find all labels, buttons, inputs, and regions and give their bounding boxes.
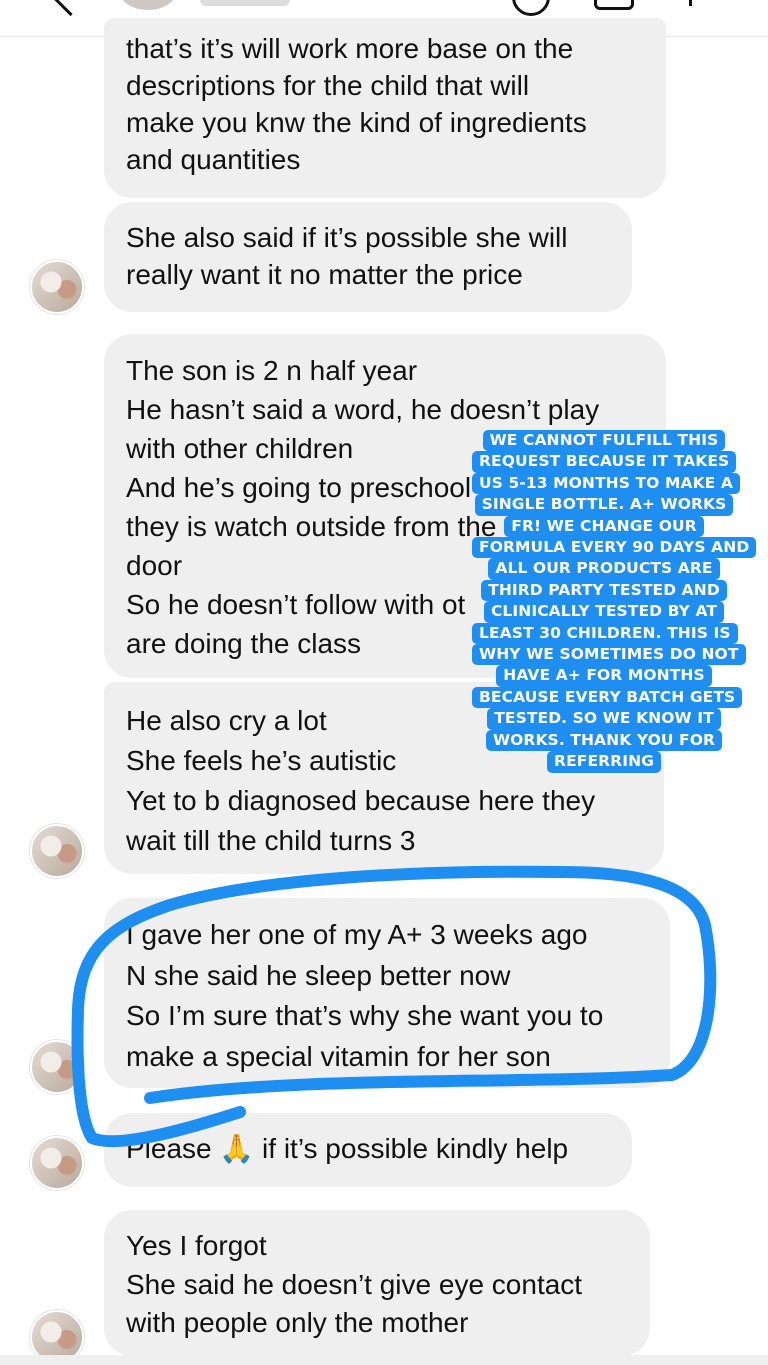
overlay-text-line: HAVE A+ FOR MONTHS [496, 665, 712, 687]
composer-edge [0, 1355, 768, 1365]
story-text-overlay: WE CANNOT FULFILL THIS REQUEST BECAUSE I… [472, 430, 757, 773]
message-text-line: descriptions for the child that will [126, 70, 530, 101]
message-text-line: make a special vitamin for her son [126, 1040, 551, 1072]
overlay-text-line: WE CANNOT FULFILL THIS [482, 430, 726, 452]
overlay-text-line: REFERRING [547, 751, 661, 773]
video-call-icon[interactable] [594, 0, 634, 10]
message-text-line: that’s it’s will work more base on the [126, 33, 574, 64]
overlay-text-line: CLINICALLY TESTED BY AT [483, 601, 725, 623]
overlay-text-line: THIRD PARTY TESTED AND [481, 579, 727, 602]
phone-call-icon[interactable] [512, 0, 550, 16]
message-text-line: So I’m sure that’s why she want you to [126, 1000, 604, 1031]
message-text-line: Yet to b diagnosed because here they [126, 785, 596, 816]
overlay-text-line: US 5-13 MONTHS TO MAKE A [472, 472, 740, 495]
overlay-text-line: FR! WE CHANGE OUR [504, 515, 704, 538]
message-text-line: really want it no matter the price [126, 259, 523, 290]
overlay-text-line: WORKS. THANK YOU FOR [485, 729, 723, 752]
overlay-text-line: FORMULA EVERY 90 DAYS AND [472, 537, 757, 559]
message-text-line: She said he doesn’t give eye contact [126, 1268, 583, 1300]
message-bubble[interactable]: I gave her one of my A+ 3 weeks ago N sh… [104, 898, 670, 1088]
contact-avatar[interactable] [120, 0, 176, 10]
overlay-text-line: LEAST 30 CHILDREN. THIS IS [472, 622, 738, 645]
message-text-line: The son is 2 n half year [126, 355, 418, 386]
info-icon[interactable] [689, 0, 692, 6]
sender-avatar[interactable] [30, 260, 84, 314]
overlay-text-line: TESTED. SO WE KNOW IT [487, 708, 721, 730]
message-bubble[interactable]: Please 🙏 if it’s possible kindly help [104, 1113, 632, 1187]
overlay-text-line: WHY WE SOMETIMES DO NOT [472, 644, 746, 666]
overlay-text-line: ALL OUR PRODUCTS ARE [488, 558, 720, 580]
overlay-text-line: BECAUSE EVERY BATCH GETS [472, 686, 743, 709]
message-text-line: with people only the mother [126, 1307, 469, 1338]
message-text-line: make you knw the kind of ingredients [126, 107, 587, 138]
sender-avatar[interactable] [30, 1136, 84, 1190]
back-arrow-icon[interactable] [52, 0, 89, 17]
message-bubble[interactable]: Yes I forgot She said he doesn’t give ey… [104, 1210, 650, 1356]
message-text-line: She also said if it’s possible she will [126, 222, 568, 253]
message-text-line: Yes I forgot [126, 1230, 267, 1261]
message-text-line: wait till the child turns 3 [126, 825, 416, 856]
message-text-line: and quantities [126, 144, 301, 175]
message-bubble[interactable]: She also said if it’s possible she will … [104, 202, 632, 312]
sender-avatar[interactable] [30, 1040, 84, 1094]
message-text-line: He hasn’t said a word, he doesn’t play [126, 394, 600, 425]
message-text-line: I gave her one of my A+ 3 weeks ago [126, 919, 588, 950]
overlay-text-line: SINGLE BOTTLE. A+ WORKS [474, 494, 734, 516]
message-bubble[interactable]: that’s it’s will work more base on the d… [104, 18, 666, 198]
message-text-line: N she said he sleep better now [126, 959, 511, 991]
message-text-line: Please 🙏 if it’s possible kindly help [126, 1133, 569, 1164]
contact-name-blurred[interactable] [200, 0, 290, 6]
sender-avatar[interactable] [30, 824, 84, 878]
overlay-text-line: REQUEST BECAUSE IT TAKES [472, 451, 737, 473]
